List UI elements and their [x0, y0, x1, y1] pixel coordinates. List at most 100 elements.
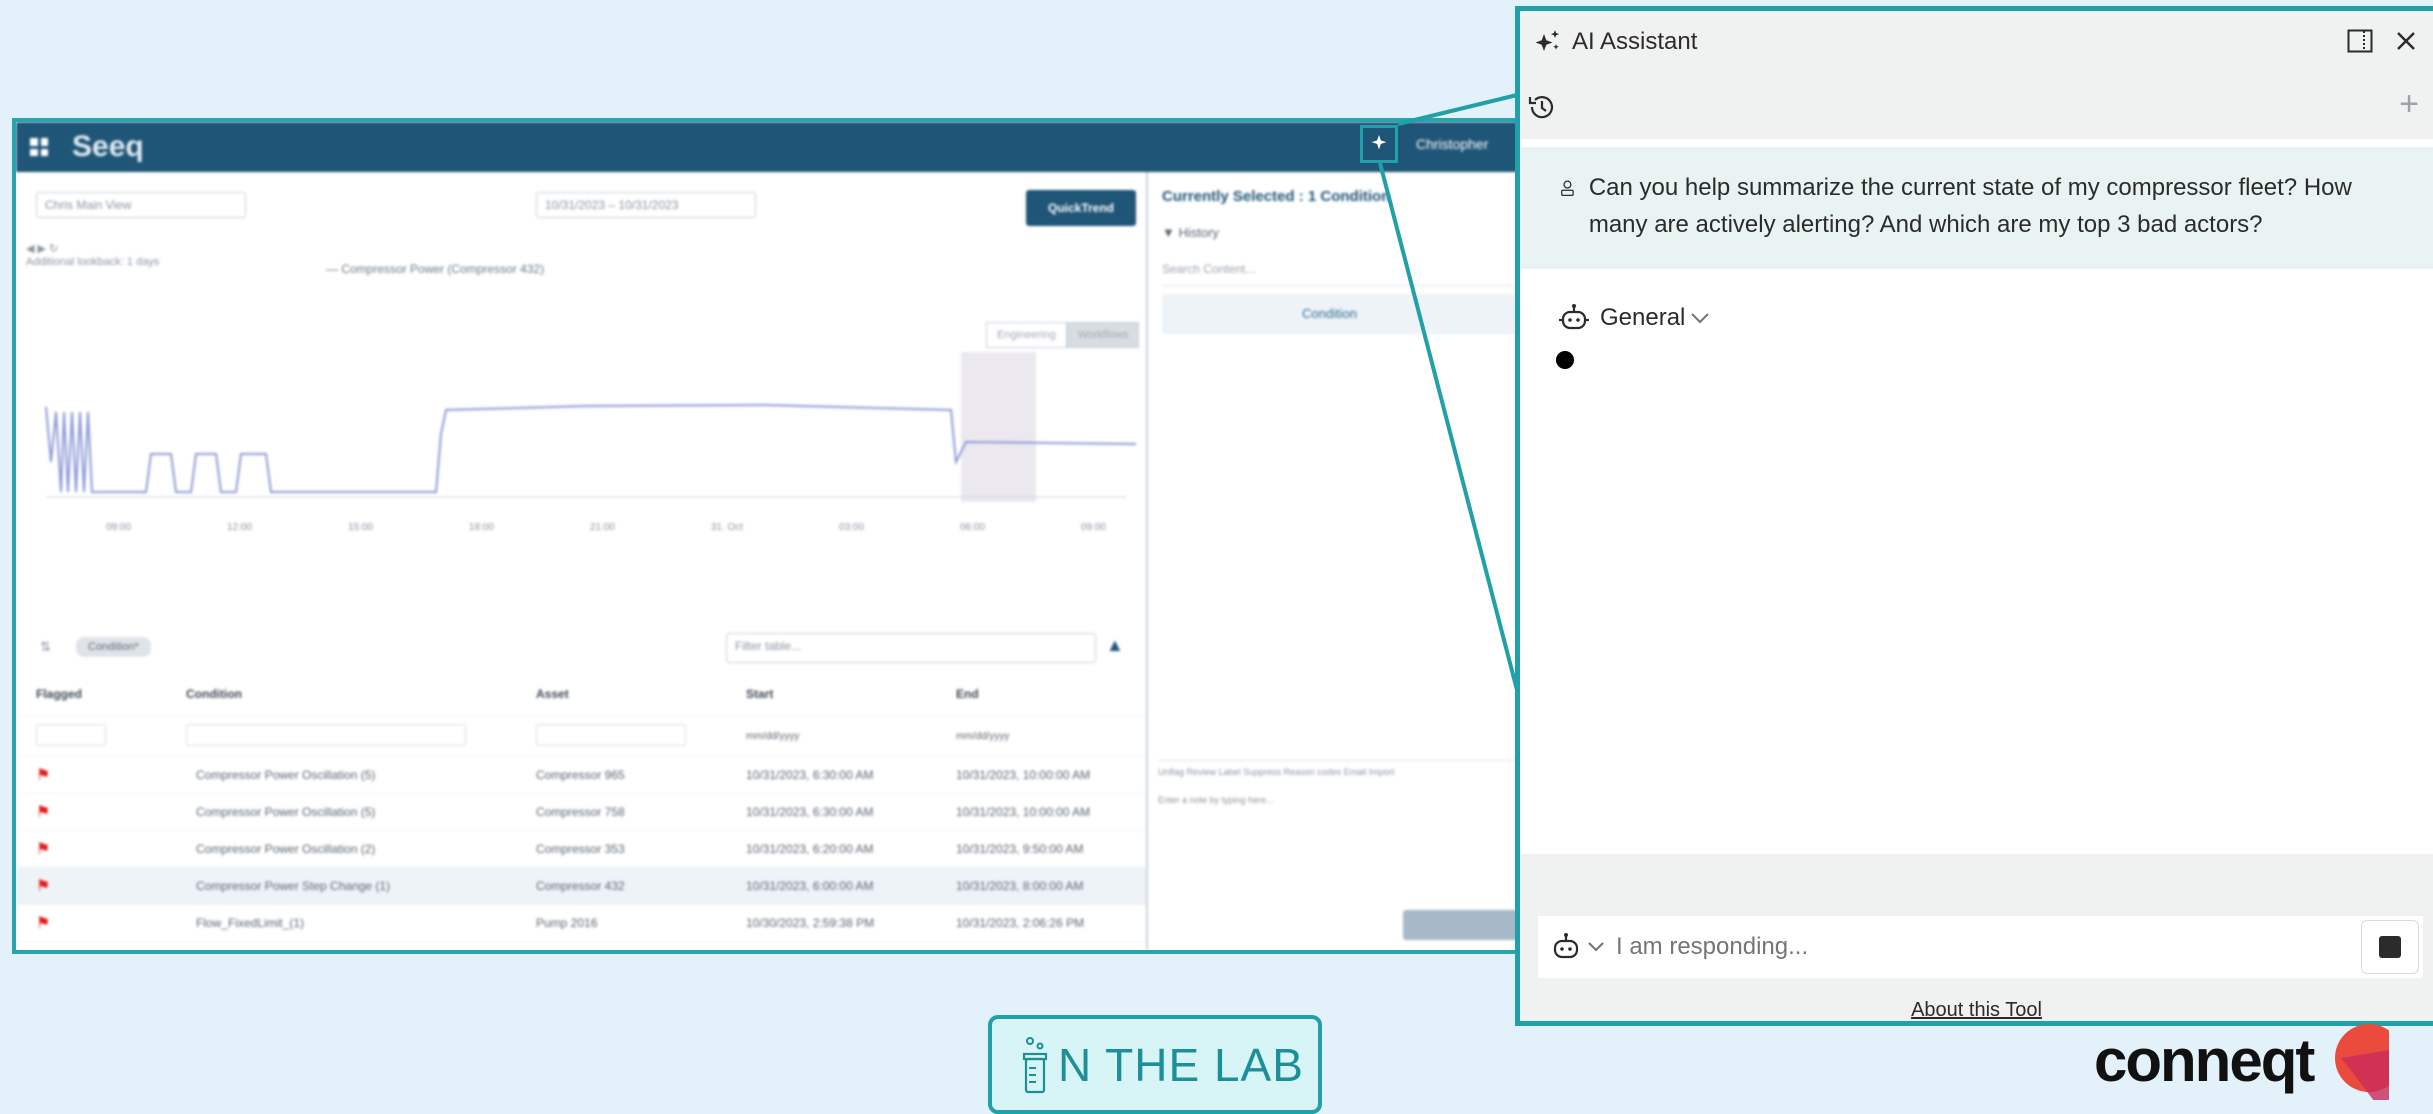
flag-icon[interactable]: ⚑ — [36, 915, 50, 932]
new-chat-icon[interactable]: + — [2399, 87, 2419, 121]
flag-cell[interactable]: ⚑ — [16, 755, 166, 793]
flag-icon[interactable]: ⚑ — [36, 767, 50, 784]
col-end[interactable]: End — [936, 672, 1146, 716]
flag-cell[interactable]: ⚑ — [16, 829, 166, 867]
start-cell: 10/30/2023, 2:59:38 PM — [726, 903, 936, 941]
lab-flask-icon — [1022, 1036, 1048, 1093]
flag-icon[interactable]: ⚑ — [36, 804, 50, 821]
flag-cell[interactable]: ⚑ — [16, 792, 166, 830]
quick-trend-button[interactable]: QuickTrend — [1026, 190, 1136, 226]
start-cell: 10/31/2023, 6:00:00 AM — [726, 866, 936, 904]
ai-assistant-launch-button[interactable] — [1360, 125, 1398, 163]
conneqt-wordmark: conneqt — [2094, 1026, 2315, 1094]
expand-panel-icon[interactable] — [2347, 29, 2373, 53]
end-filter[interactable]: mm/dd/yyyy — [936, 715, 1146, 756]
label-action[interactable]: Label — [1219, 767, 1241, 777]
email-action[interactable]: Email — [1344, 767, 1367, 777]
col-asset[interactable]: Asset — [516, 672, 726, 716]
app-menu-icon[interactable] — [30, 138, 48, 156]
filter-table-input[interactable]: Filter table... — [726, 633, 1096, 663]
sparkle-icon — [1371, 134, 1387, 150]
table-row[interactable]: ⚑ Compressor Power Oscillation (5) Compres… — [16, 755, 1146, 793]
filter-settings-icon[interactable]: ▲ — [1106, 635, 1124, 656]
end-cell: 10/31/2023, 8:00:00 AM — [936, 866, 1146, 904]
save-note-button[interactable] — [1403, 910, 1523, 940]
date-range-input[interactable]: 10/31/2023 – 10/31/2023 — [536, 192, 756, 218]
import-action[interactable]: Import — [1369, 767, 1395, 777]
history-icon[interactable] — [1526, 93, 1556, 121]
condition-cell: Flow_FixedLimit_(1) — [166, 903, 516, 941]
start-cell: 10/31/2023, 6:30:00 AM — [726, 792, 936, 830]
asset-filter[interactable] — [536, 723, 686, 746]
details-pane: Currently Selected : 1 Condition ▼ Histo… — [1146, 172, 1543, 950]
agent-name: General — [1600, 304, 1686, 331]
flag-icon[interactable]: ⚑ — [36, 952, 50, 955]
flag-cell[interactable]: ⚑ — [16, 903, 166, 941]
prompt-row — [1538, 916, 2423, 978]
start-cell: 10/31/2023, 6:20:00 AM — [726, 829, 936, 867]
col-start[interactable]: Start — [726, 672, 936, 716]
note-input[interactable]: Enter a note by typing here... — [1158, 795, 1533, 805]
end-cell: 10/31/2023, 10:00:00 AM — [936, 792, 1146, 830]
col-flagged[interactable]: Flagged — [16, 672, 166, 716]
asset-cell: Pump 2016 — [516, 903, 726, 941]
ai-header: AI Assistant — [1520, 11, 2433, 73]
conditions-table: Flagged Condition Asset Start End mm/dd/… — [16, 672, 1146, 955]
agent-picker-icon[interactable] — [1550, 932, 1582, 962]
table-row[interactable]: ⚑ Flow_FixedLimit_(1) Pump 2016 10/30/2023,… — [16, 903, 1146, 941]
close-icon[interactable] — [2395, 30, 2417, 52]
capsule-actions: Unflag Review Label Suppress Reason code… — [1158, 760, 1533, 820]
table-row[interactable]: ⚑ Compressor Power Step Change (1) Compres… — [16, 866, 1146, 904]
x-axis-ticks: 09:00 12:00 15:00 18:00 21:00 31. Oct 03:00 0… — [106, 522, 1106, 533]
flag-cell[interactable]: ⚑ — [16, 940, 166, 955]
lab-badge-text: N THE LAB — [1058, 1038, 1304, 1091]
selected-capsule-row[interactable]: Condition — [1162, 294, 1529, 334]
conneqt-drop-icon — [2335, 1024, 2390, 1100]
end-cell: 10/31/2023, 10:00:00 AM — [936, 755, 1146, 793]
search-content-input[interactable]: Search Content... — [1162, 252, 1529, 286]
history-toggle[interactable]: ▼ History — [1148, 221, 1543, 244]
in-the-lab-badge: N THE LAB — [988, 1015, 1322, 1114]
table-row[interactable]: ⚑ Compressor Power Oscillation (5) Compres… — [16, 792, 1146, 830]
condition-chip[interactable]: Condition* — [76, 637, 151, 657]
unflag-action[interactable]: Unflag — [1158, 767, 1184, 777]
agent-picker-chevron-icon[interactable] — [1586, 940, 1606, 954]
seeq-app: Seeq Christopher Chris Main View 10/31/2… — [16, 122, 1543, 950]
asset-cell: Compressor 965 — [516, 755, 726, 793]
condition-filter[interactable] — [186, 723, 466, 746]
stop-button[interactable] — [2361, 920, 2419, 974]
end-cell: 11/1/2023, 7:50:06 AM — [936, 940, 1146, 950]
review-action[interactable]: Review — [1187, 767, 1217, 777]
stop-icon — [2379, 936, 2401, 958]
reason-codes-action[interactable]: Reason codes — [1284, 767, 1342, 777]
agent-selector[interactable]: General — [1520, 269, 2433, 333]
flag-icon[interactable]: ⚑ — [36, 841, 50, 858]
worksheet-select[interactable]: Chris Main View — [36, 192, 246, 218]
robot-icon — [1559, 304, 1589, 330]
prompt-input[interactable] — [1616, 933, 2361, 961]
col-condition[interactable]: Condition — [166, 672, 516, 716]
condition-cell: Compressor Power Oscillation (5) — [166, 792, 516, 830]
flag-cell[interactable]: ⚑ — [16, 866, 166, 904]
start-filter[interactable]: mm/dd/yyyy — [726, 715, 936, 756]
worksheet-toolbar: Chris Main View 10/31/2023 – 10/31/2023 … — [16, 172, 1146, 228]
columns-icon[interactable]: ⇅ — [40, 639, 51, 655]
ai-assistant-panel: AI Assistant + Can you help summarize th… — [1515, 6, 2433, 1026]
selected-capsule — [961, 352, 1036, 502]
flag-icon[interactable]: ⚑ — [36, 878, 50, 895]
suppress-action[interactable]: Suppress — [1243, 767, 1281, 777]
table-row[interactable]: ⚑ Compressor Power Oscillation (2) Compres… — [16, 829, 1146, 867]
about-tool-link[interactable]: About this Tool — [1520, 999, 2433, 1021]
ai-subtoolbar: + — [1520, 73, 2433, 139]
user-menu[interactable]: Christopher — [1416, 136, 1488, 152]
flag-filter[interactable] — [36, 723, 106, 746]
start-cell: 10/31/2023, 6:30:00 AM — [726, 755, 936, 793]
filter-row: mm/dd/yyyy mm/dd/yyyy — [16, 715, 1146, 756]
asset-cell: Pump 6639 — [516, 940, 726, 950]
table-row[interactable]: ⚑ Flow_ZScoreLimit_(1)Pump 663910/30/2023… — [16, 940, 1146, 955]
sparkles-icon — [1535, 30, 1560, 51]
user-message: Can you help summarize the current state… — [1520, 147, 2433, 269]
seeq-app-window: Seeq Christopher Chris Main View 10/31/2… — [12, 118, 1547, 954]
worksheet-area: Chris Main View 10/31/2023 – 10/31/2023 … — [16, 172, 1146, 950]
conneqt-logo: conneqt — [2094, 1020, 2390, 1100]
